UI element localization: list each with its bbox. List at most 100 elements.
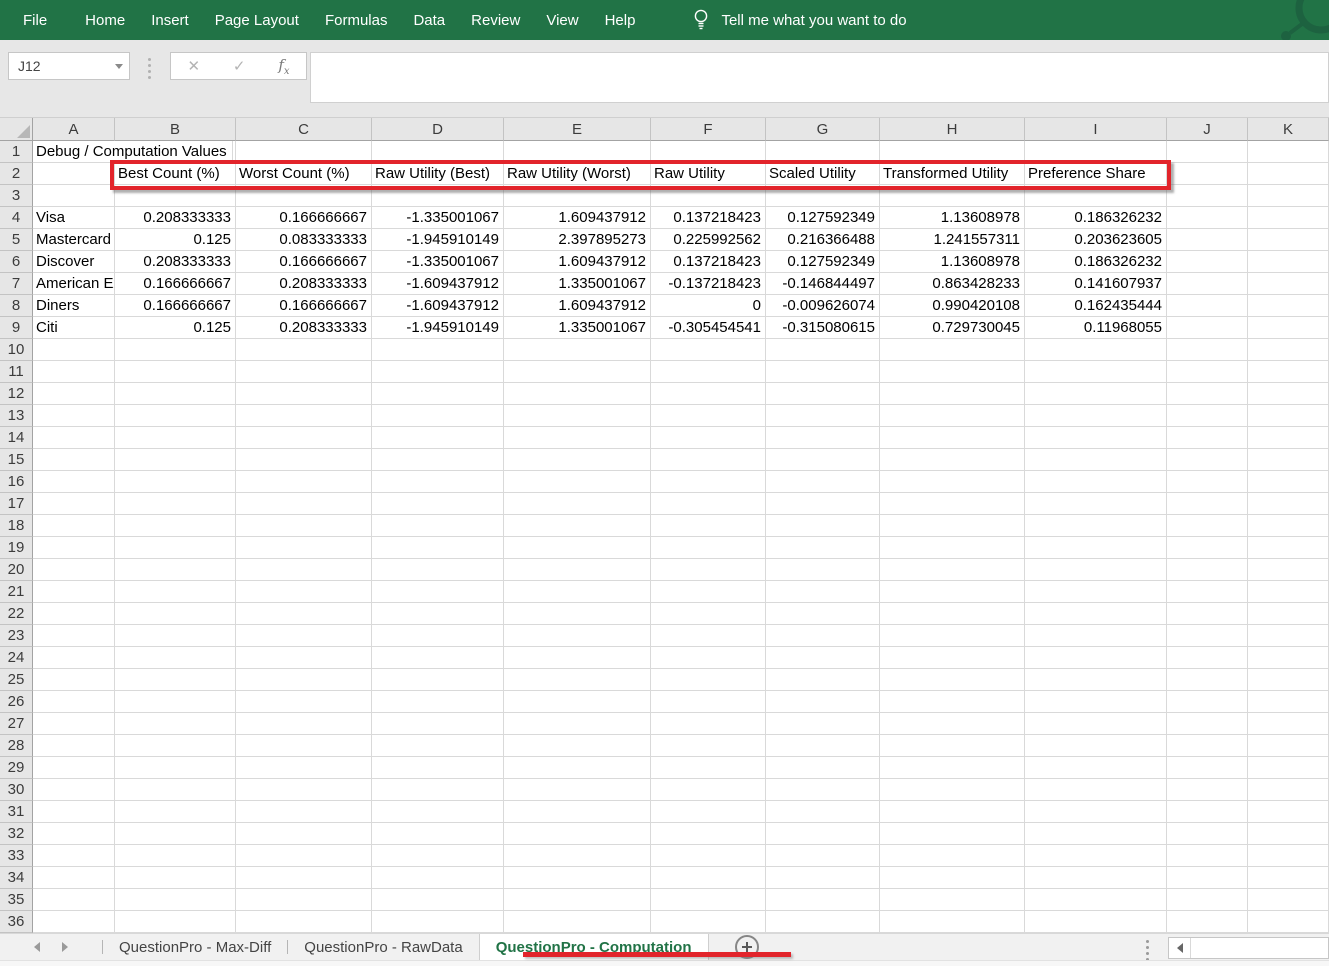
- cell-D16[interactable]: [372, 471, 504, 493]
- cell-K25[interactable]: [1248, 669, 1329, 691]
- cell-F33[interactable]: [651, 845, 766, 867]
- cell-C35[interactable]: [236, 889, 372, 911]
- cell-G16[interactable]: [766, 471, 880, 493]
- cell-G4[interactable]: 0.127592349: [766, 207, 880, 229]
- ribbon-tab-view[interactable]: View: [546, 12, 578, 29]
- cell-J2[interactable]: [1167, 163, 1248, 185]
- cell-A36[interactable]: [33, 911, 115, 933]
- cell-H4[interactable]: 1.13608978: [880, 207, 1025, 229]
- cell-K13[interactable]: [1248, 405, 1329, 427]
- cell-B8[interactable]: 0.166666667: [115, 295, 236, 317]
- cell-E9[interactable]: 1.335001067: [504, 317, 651, 339]
- cancel-icon[interactable]: ✕: [187, 57, 200, 75]
- cell-K31[interactable]: [1248, 801, 1329, 823]
- cell-C2[interactable]: Worst Count (%): [236, 163, 372, 185]
- cell-H13[interactable]: [880, 405, 1025, 427]
- cell-K2[interactable]: [1248, 163, 1329, 185]
- cell-J11[interactable]: [1167, 361, 1248, 383]
- cell-C10[interactable]: [236, 339, 372, 361]
- cell-A1[interactable]: Debug / Computation Values: [33, 141, 233, 163]
- cell-E28[interactable]: [504, 735, 651, 757]
- cell-H18[interactable]: [880, 515, 1025, 537]
- cell-E14[interactable]: [504, 427, 651, 449]
- cell-B26[interactable]: [115, 691, 236, 713]
- cell-E23[interactable]: [504, 625, 651, 647]
- cell-I16[interactable]: [1025, 471, 1167, 493]
- cell-I6[interactable]: 0.186326232: [1025, 251, 1167, 273]
- cell-D15[interactable]: [372, 449, 504, 471]
- cell-H29[interactable]: [880, 757, 1025, 779]
- cell-C14[interactable]: [236, 427, 372, 449]
- ribbon-tab-insert[interactable]: Insert: [151, 12, 189, 29]
- cell-H6[interactable]: 1.13608978: [880, 251, 1025, 273]
- cell-E36[interactable]: [504, 911, 651, 933]
- cell-D18[interactable]: [372, 515, 504, 537]
- cell-K22[interactable]: [1248, 603, 1329, 625]
- cell-I35[interactable]: [1025, 889, 1167, 911]
- cell-F11[interactable]: [651, 361, 766, 383]
- cell-H7[interactable]: 0.863428233: [880, 273, 1025, 295]
- cell-E32[interactable]: [504, 823, 651, 845]
- cell-K12[interactable]: [1248, 383, 1329, 405]
- cell-K35[interactable]: [1248, 889, 1329, 911]
- cell-D21[interactable]: [372, 581, 504, 603]
- cell-K24[interactable]: [1248, 647, 1329, 669]
- cell-K14[interactable]: [1248, 427, 1329, 449]
- cell-I4[interactable]: 0.186326232: [1025, 207, 1167, 229]
- cell-C13[interactable]: [236, 405, 372, 427]
- cell-D14[interactable]: [372, 427, 504, 449]
- cell-F6[interactable]: 0.137218423: [651, 251, 766, 273]
- cell-J22[interactable]: [1167, 603, 1248, 625]
- row-header-36[interactable]: 36: [0, 911, 33, 933]
- cell-D36[interactable]: [372, 911, 504, 933]
- cell-C16[interactable]: [236, 471, 372, 493]
- cell-I5[interactable]: 0.203623605: [1025, 229, 1167, 251]
- row-header-4[interactable]: 4: [0, 207, 33, 229]
- cell-F30[interactable]: [651, 779, 766, 801]
- cell-K8[interactable]: [1248, 295, 1329, 317]
- row-header-16[interactable]: 16: [0, 471, 33, 493]
- cell-G7[interactable]: -0.146844497: [766, 273, 880, 295]
- cell-E2[interactable]: Raw Utility (Worst): [504, 163, 651, 185]
- cell-F16[interactable]: [651, 471, 766, 493]
- cell-A25[interactable]: [33, 669, 115, 691]
- cell-D3[interactable]: [372, 185, 504, 207]
- cell-J36[interactable]: [1167, 911, 1248, 933]
- cell-H34[interactable]: [880, 867, 1025, 889]
- cell-B14[interactable]: [115, 427, 236, 449]
- cell-A31[interactable]: [33, 801, 115, 823]
- cell-D34[interactable]: [372, 867, 504, 889]
- cell-G27[interactable]: [766, 713, 880, 735]
- cell-I25[interactable]: [1025, 669, 1167, 691]
- cell-E11[interactable]: [504, 361, 651, 383]
- row-header-22[interactable]: 22: [0, 603, 33, 625]
- cell-J20[interactable]: [1167, 559, 1248, 581]
- cell-I18[interactable]: [1025, 515, 1167, 537]
- cell-J19[interactable]: [1167, 537, 1248, 559]
- cell-C36[interactable]: [236, 911, 372, 933]
- cell-K15[interactable]: [1248, 449, 1329, 471]
- cell-F22[interactable]: [651, 603, 766, 625]
- cell-E33[interactable]: [504, 845, 651, 867]
- cell-A21[interactable]: [33, 581, 115, 603]
- cell-J13[interactable]: [1167, 405, 1248, 427]
- cell-C8[interactable]: 0.166666667: [236, 295, 372, 317]
- row-header-27[interactable]: 27: [0, 713, 33, 735]
- row-header-17[interactable]: 17: [0, 493, 33, 515]
- cell-K23[interactable]: [1248, 625, 1329, 647]
- cell-K34[interactable]: [1248, 867, 1329, 889]
- cell-C12[interactable]: [236, 383, 372, 405]
- ribbon-tab-home[interactable]: Home: [85, 12, 125, 29]
- cell-B24[interactable]: [115, 647, 236, 669]
- cell-I26[interactable]: [1025, 691, 1167, 713]
- cell-G11[interactable]: [766, 361, 880, 383]
- cell-J14[interactable]: [1167, 427, 1248, 449]
- cell-H21[interactable]: [880, 581, 1025, 603]
- cell-B27[interactable]: [115, 713, 236, 735]
- ribbon-tab-file[interactable]: File: [23, 12, 47, 29]
- cell-D23[interactable]: [372, 625, 504, 647]
- cell-K20[interactable]: [1248, 559, 1329, 581]
- cell-A27[interactable]: [33, 713, 115, 735]
- column-header-C[interactable]: C: [236, 118, 372, 141]
- cell-D5[interactable]: -1.945910149: [372, 229, 504, 251]
